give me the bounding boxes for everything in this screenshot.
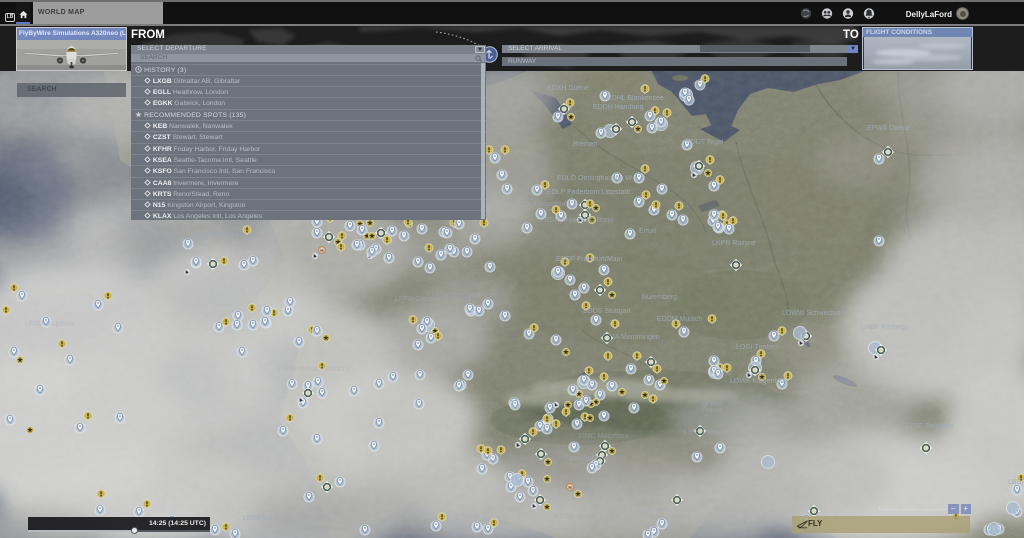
svg-text:EGHC St Just: EGHC St Just bbox=[195, 232, 239, 239]
svg-text:IA Memmingen: IA Memmingen bbox=[613, 334, 660, 341]
svg-text:Nuremberg: Nuremberg bbox=[642, 294, 677, 301]
svg-text:LFSB Bale Mulhouse: LFSB Bale Mulhouse bbox=[432, 292, 498, 299]
svg-text:LBSF: LBSF bbox=[1008, 479, 1024, 486]
svg-text:LEBB Bilbao: LEBB Bilbao bbox=[243, 515, 282, 522]
svg-text:EPWA Okecie: EPWA Okecie bbox=[867, 125, 911, 132]
svg-text:EDXH Duene: EDXH Duene bbox=[547, 85, 589, 92]
svg-text:LHBP Ferihegy: LHBP Ferihegy bbox=[861, 324, 909, 331]
svg-text:LOWK Klagenfurt: LOWK Klagenfurt bbox=[730, 378, 785, 385]
svg-text:Bremen: Bremen bbox=[573, 141, 598, 148]
svg-text:LIPH Treviso: LIPH Treviso bbox=[684, 429, 724, 436]
svg-text:LIMC Malpensa: LIMC Malpensa bbox=[579, 433, 628, 440]
svg-text:LYBE Belgrade: LYBE Belgrade bbox=[906, 423, 953, 430]
svg-text:LKPR Ruzyne: LKPR Ruzyne bbox=[712, 240, 756, 247]
svg-text:LFRB Guipavas: LFRB Guipavas bbox=[25, 321, 75, 328]
svg-text:EDDT Tegel: EDDT Tegel bbox=[686, 139, 724, 146]
svg-text:EDLP Paderborn Lippstadt: EDLP Paderborn Lippstadt bbox=[547, 189, 630, 196]
svg-text:LIMJ Sestri: LIMJ Sestri bbox=[630, 507, 665, 514]
svg-text:Airport: Airport bbox=[702, 407, 723, 414]
svg-text:LFPM Melun Villaroche: LFPM Melun Villaroche bbox=[278, 366, 350, 373]
svg-text:EDLO Oerlinghausen W: EDLO Oerlinghausen W bbox=[557, 175, 632, 182]
svg-text:EDKB Hangelar-Bonn: EDKB Hangelar-Bonn bbox=[545, 217, 613, 224]
svg-text:EDDS Stuttgart: EDDS Stuttgart bbox=[583, 308, 631, 315]
svg-text:Erfurt: Erfurt bbox=[639, 228, 656, 235]
svg-text:EDDH Hamburg: EDDH Hamburg bbox=[593, 104, 644, 111]
svg-text:EDDL Dusseldorf: EDDL Dusseldorf bbox=[514, 201, 568, 208]
svg-text:e Cote d'Azur: e Cote d'Azur bbox=[554, 513, 597, 520]
svg-text:EDDM Munich: EDDM Munich bbox=[657, 316, 702, 323]
svg-text:LOWW Schwechat: LOWW Schwechat bbox=[782, 310, 841, 317]
svg-text:Pazzi Building: Pazzi Building bbox=[564, 455, 608, 462]
svg-text:EDDF Frankfurt/Main: EDDF Frankfurt/Main bbox=[556, 256, 622, 263]
svg-text:LOGI Trieben: LOGI Trieben bbox=[736, 344, 778, 351]
svg-text:EDHL Blankensee: EDHL Blankensee bbox=[607, 95, 664, 102]
